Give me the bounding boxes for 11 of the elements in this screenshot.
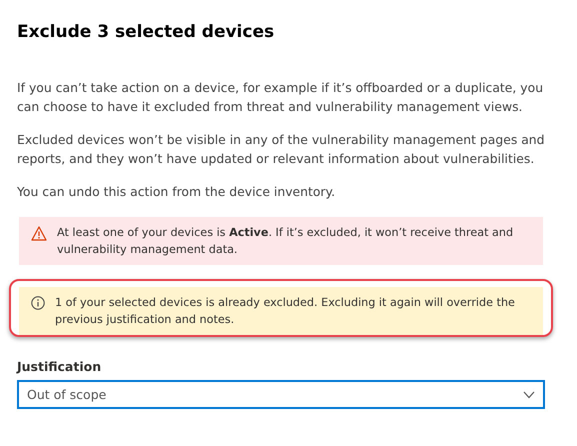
description-text: You can undo this action from the device inventory. [17,183,336,201]
description-text: Excluded devices won’t be visible in any of the vulnerability management pages and reports, and they won’t have updated or relevant information about vulnerabilities. [17,131,545,168]
message-text: 1 of your selected devices is already excluded. Excluding it again will override the previous justification and notes. [55,295,516,328]
justification-dropdown[interactable]: Out of scope [17,380,545,409]
dialog-title: Exclude 3 selected devices [17,22,276,42]
description-text: If you can’t take action on a device, for example if it’s offboarded or a duplicate, you can choose to have it excluded from threat and vulnerability management views. [17,79,544,116]
field-label: Justification [17,359,102,374]
message-text: At least one of your devices is Active. If it’s excluded, it won’t receive threat and vulnerability management data. [57,225,514,258]
warning-icon [31,226,47,241]
chevron-down-icon [523,390,535,398]
info-icon [31,296,45,310]
